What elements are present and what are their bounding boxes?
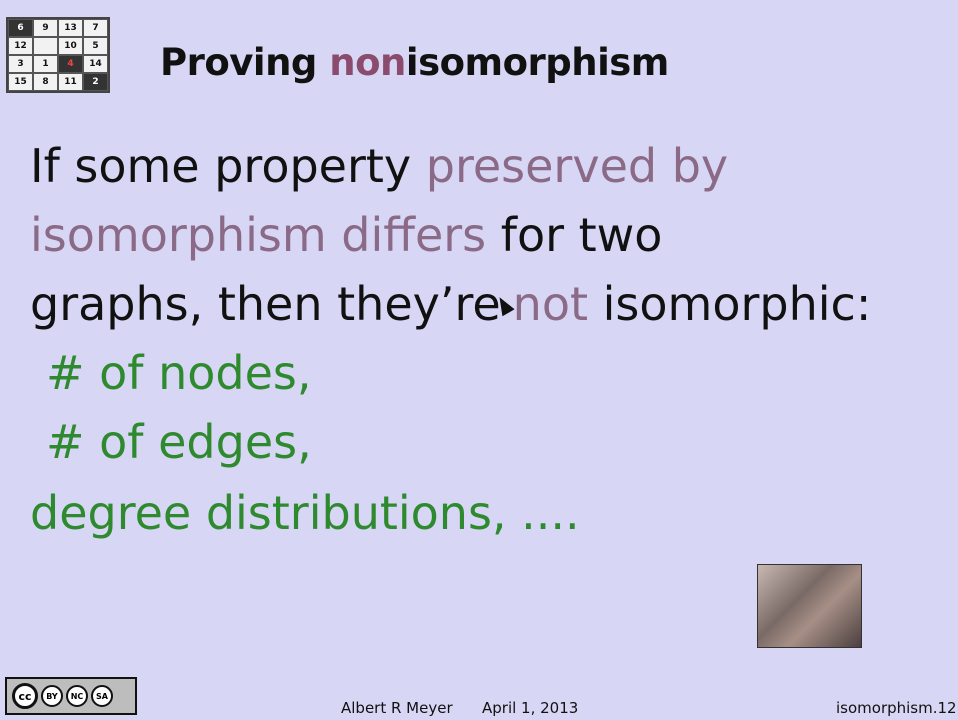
puzzle-tile: 7 bbox=[83, 19, 108, 37]
body-highlight: isomorphism differs bbox=[30, 208, 487, 262]
puzzle-tile: 6 bbox=[8, 19, 33, 37]
body-text: for two bbox=[486, 208, 663, 262]
puzzle-tile: 14 bbox=[83, 55, 108, 73]
cc-icon: cc bbox=[12, 683, 38, 709]
title-highlight: non bbox=[329, 41, 406, 84]
puzzle-tile bbox=[33, 37, 58, 55]
puzzle-tile: 4 bbox=[58, 55, 83, 73]
footer-slide-id: isomorphism.12 bbox=[836, 699, 957, 717]
footer-author: Albert R Meyer bbox=[341, 699, 453, 717]
puzzle-tile: 11 bbox=[58, 73, 83, 91]
body-highlight: not bbox=[512, 277, 589, 331]
title-before: Proving bbox=[160, 41, 330, 84]
puzzle-tile: 12 bbox=[8, 37, 33, 55]
sa-icon: SA bbox=[91, 685, 113, 707]
puzzle-tile: 5 bbox=[83, 37, 108, 55]
body-text: isomorphic: bbox=[588, 277, 872, 331]
bullet-nodes: # of nodes, bbox=[46, 346, 312, 400]
nc-icon: NC bbox=[66, 685, 88, 707]
fifteen-puzzle-logo: 6 9 13 7 12 10 5 3 1 4 14 15 8 11 2 bbox=[6, 17, 110, 93]
bullet-edges: # of edges, bbox=[46, 415, 312, 469]
footer-date: April 1, 2013 bbox=[482, 699, 579, 717]
presenter-webcam-image bbox=[757, 564, 862, 648]
body-line-3: graphs, then they’re not isomorphic: bbox=[30, 270, 940, 339]
puzzle-tile: 8 bbox=[33, 73, 58, 91]
body-highlight: preserved by bbox=[425, 139, 729, 193]
body-text: graphs, then they’re bbox=[30, 277, 501, 331]
puzzle-tile: 13 bbox=[58, 19, 83, 37]
bullet-degree: degree distributions, .... bbox=[30, 486, 580, 540]
title-after: isomorphism bbox=[405, 41, 669, 84]
creative-commons-badge: cc BY NC SA bbox=[5, 677, 137, 715]
body-line-1: If some property preserved by bbox=[30, 132, 940, 201]
slide-body: If some property preserved by isomorphis… bbox=[30, 132, 940, 548]
puzzle-tile: 15 bbox=[8, 73, 33, 91]
by-icon: BY bbox=[41, 685, 63, 707]
puzzle-tile: 2 bbox=[83, 73, 108, 91]
puzzle-tile: 10 bbox=[58, 37, 83, 55]
puzzle-tile: 3 bbox=[8, 55, 33, 73]
puzzle-tile: 1 bbox=[33, 55, 58, 73]
body-text: If some property bbox=[30, 139, 426, 193]
puzzle-tile: 9 bbox=[33, 19, 58, 37]
slide-title: Proving nonisomorphism bbox=[160, 41, 669, 84]
body-line-2: isomorphism differs for two bbox=[30, 201, 940, 270]
